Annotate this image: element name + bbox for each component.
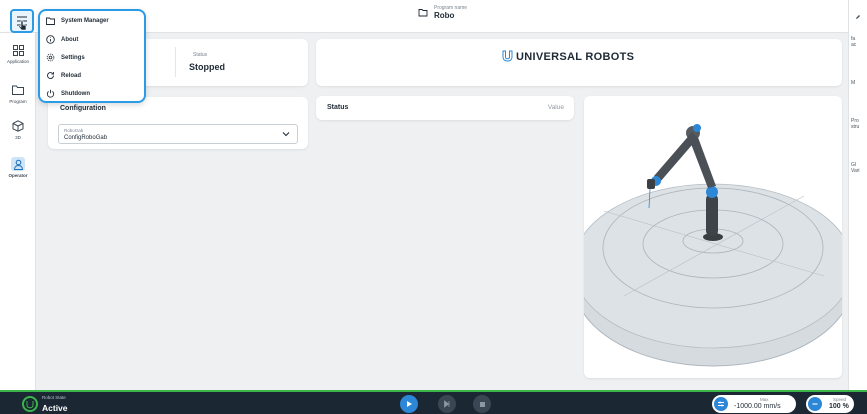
menu-item-label: Reload bbox=[61, 72, 82, 79]
robot-state-value: Active bbox=[42, 403, 68, 413]
speed-pill[interactable]: Speed 100 % bbox=[806, 395, 854, 413]
info-icon bbox=[46, 35, 55, 44]
configuration-select[interactable]: RoboGab ConfigRoboGab bbox=[58, 124, 298, 144]
3d-view-card[interactable] bbox=[584, 96, 842, 378]
bottom-status-bar: Robot State Active Max -1000.00 mm/s Spe… bbox=[0, 390, 867, 414]
max-speed-label: Max bbox=[760, 397, 769, 402]
reload-icon bbox=[47, 72, 54, 79]
folder-icon bbox=[418, 9, 428, 17]
sidebar-item-application[interactable]: Application bbox=[0, 43, 36, 64]
robot-state-badge[interactable] bbox=[22, 396, 38, 412]
status-label: Status bbox=[193, 52, 208, 58]
right-side-panel: fa ac M Pro stru Gl Vari bbox=[848, 0, 867, 390]
right-panel-text: Vari bbox=[851, 168, 860, 174]
menu-item-label: System Manager bbox=[61, 18, 109, 24]
cursor-hand-icon bbox=[18, 20, 27, 31]
person-icon bbox=[13, 159, 23, 170]
power-icon bbox=[46, 89, 55, 98]
menu-item-settings[interactable]: Settings bbox=[46, 53, 85, 62]
status-value: Stopped bbox=[189, 62, 225, 72]
configuration-title: Configuration bbox=[60, 105, 106, 112]
sidebar-item-label: Operator bbox=[8, 173, 28, 178]
step-icon bbox=[444, 400, 450, 408]
cube-icon bbox=[12, 120, 24, 132]
value-column-header: Value bbox=[547, 104, 564, 111]
folder-icon bbox=[12, 85, 24, 95]
stop-icon bbox=[479, 401, 485, 407]
chevron-down-icon bbox=[282, 132, 290, 137]
max-speed-value: -1000.00 mm/s bbox=[734, 403, 781, 410]
speed-adjust-icon bbox=[714, 397, 728, 411]
program-name[interactable]: Program name Robo bbox=[418, 5, 467, 20]
right-panel-text: stru bbox=[851, 124, 860, 130]
robot-tool bbox=[647, 179, 655, 189]
main-menu-popup: System Manager About Settings Reload Shu… bbox=[38, 9, 146, 103]
program-name-value: Robo bbox=[434, 11, 455, 20]
right-panel-text: ac bbox=[851, 42, 857, 48]
select-value: ConfigRoboGab bbox=[64, 135, 108, 141]
sidebar-item-3d[interactable]: 3D bbox=[0, 119, 36, 140]
robot-3d-view[interactable] bbox=[584, 96, 842, 378]
robot-lower-arm bbox=[706, 194, 718, 236]
left-sidebar: Application Program 3D Operator bbox=[0, 33, 36, 390]
brand-text: UNIVERSAL ROBOTS bbox=[516, 51, 635, 63]
grid-icon bbox=[12, 44, 24, 56]
ur-logo-icon bbox=[26, 400, 34, 408]
play-button[interactable] bbox=[400, 395, 418, 413]
robot-joint bbox=[693, 124, 701, 132]
sidebar-item-program[interactable]: Program bbox=[0, 83, 36, 104]
right-panel-text[interactable]: M bbox=[851, 80, 855, 86]
menu-item-label: Settings bbox=[61, 54, 85, 61]
sidebar-item-label: Program bbox=[9, 99, 27, 104]
hamburger-menu-button[interactable] bbox=[10, 9, 34, 33]
robot-state-label: Robot State bbox=[42, 395, 66, 400]
sidebar-item-label: Application bbox=[6, 59, 29, 64]
divider bbox=[175, 47, 176, 77]
speed-label: Speed bbox=[833, 397, 847, 402]
menu-item-label: About bbox=[61, 36, 79, 43]
robot-forearm bbox=[654, 132, 698, 182]
menu-item-system-manager[interactable]: System Manager bbox=[46, 17, 109, 25]
universal-robots-logo: UNIVERSAL ROBOTS bbox=[502, 50, 634, 63]
robot-joint bbox=[706, 186, 718, 198]
status-column-header: Status bbox=[327, 104, 349, 111]
pencil-icon bbox=[856, 15, 860, 19]
speed-value: 100 % bbox=[829, 403, 849, 410]
menu-item-reload[interactable]: Reload bbox=[46, 71, 81, 80]
ur-logo-icon bbox=[502, 50, 513, 62]
sidebar-item-operator[interactable]: Operator bbox=[0, 157, 36, 178]
stop-button[interactable] bbox=[473, 395, 491, 413]
step-button[interactable] bbox=[438, 395, 456, 413]
menu-item-shutdown[interactable]: Shutdown bbox=[46, 89, 90, 98]
minus-icon[interactable] bbox=[808, 397, 822, 411]
folder-open-icon bbox=[46, 17, 55, 25]
status-table-header: Status Value bbox=[316, 96, 574, 120]
menu-item-about[interactable]: About bbox=[46, 35, 78, 44]
select-label: RoboGab bbox=[64, 128, 84, 133]
play-icon bbox=[407, 401, 412, 407]
gear-icon bbox=[46, 53, 55, 62]
menu-item-label: Shutdown bbox=[61, 90, 90, 97]
sidebar-item-label: 3D bbox=[15, 135, 21, 140]
max-speed-pill[interactable]: Max -1000.00 mm/s bbox=[712, 395, 796, 413]
